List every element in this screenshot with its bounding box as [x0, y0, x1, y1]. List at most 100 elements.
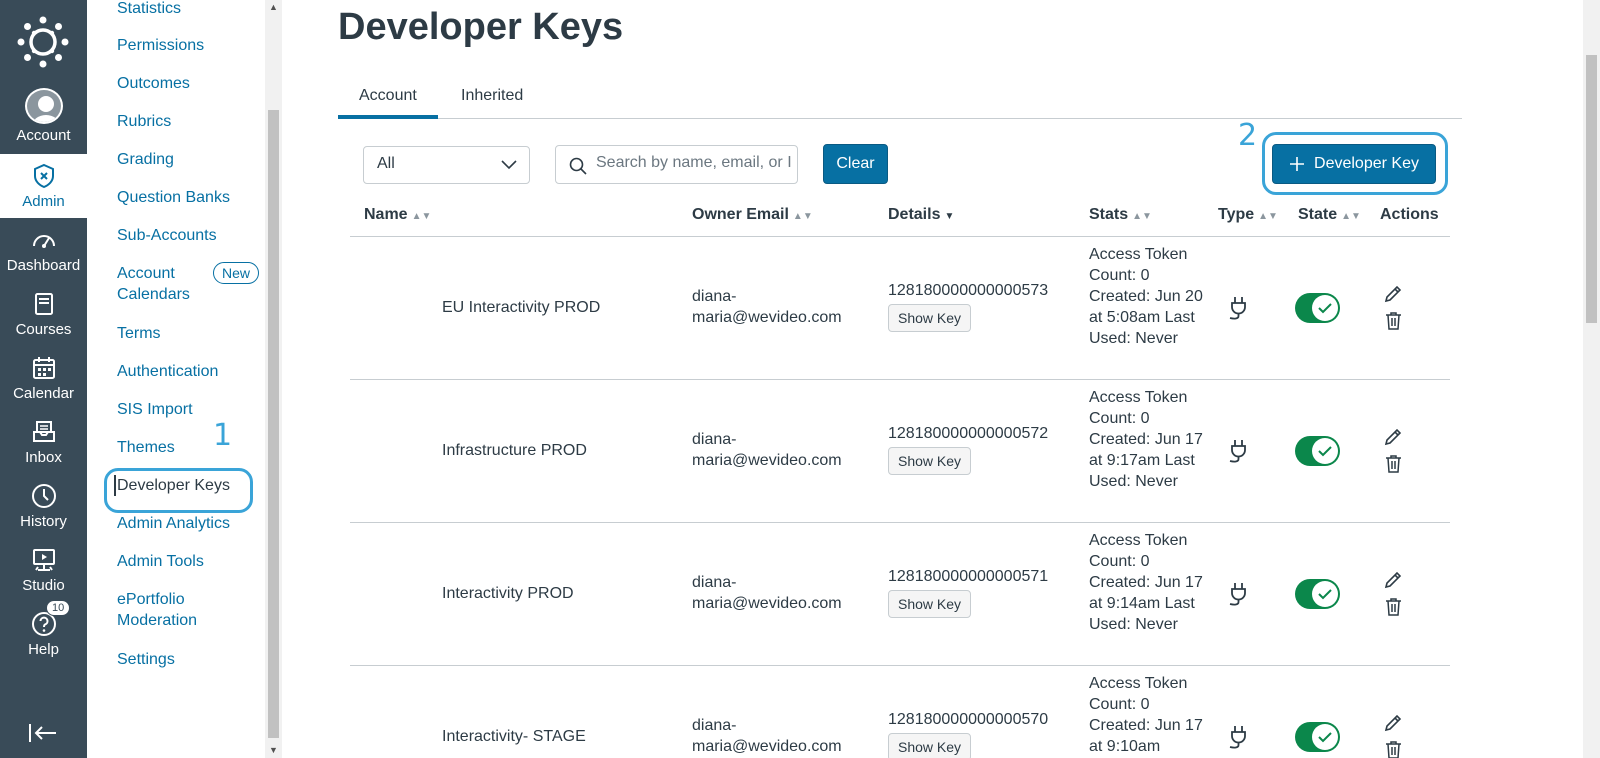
- nav-courses-label: Courses: [15, 321, 72, 338]
- subnav-terms[interactable]: Terms: [117, 323, 161, 344]
- nav-studio-label: Studio: [22, 577, 65, 594]
- shield-icon: [33, 163, 54, 189]
- subnav-admin-tools[interactable]: Admin Tools: [117, 551, 204, 572]
- scroll-up-icon[interactable]: ▲: [269, 2, 278, 12]
- clock-icon: [31, 484, 56, 508]
- nav-studio[interactable]: Studio: [0, 538, 87, 602]
- scroll-down-icon[interactable]: ▼: [269, 745, 278, 755]
- subnav-sub-accounts[interactable]: Sub-Accounts: [117, 225, 217, 246]
- nav-admin[interactable]: Admin: [0, 154, 87, 218]
- column-stats[interactable]: Stats ▲▼: [1089, 206, 1152, 224]
- add-developer-key-label: Developer Key: [1314, 155, 1419, 172]
- clear-button[interactable]: Clear: [823, 144, 888, 184]
- nav-dashboard-label: Dashboard: [6, 257, 81, 274]
- tab-account[interactable]: Account: [338, 84, 438, 119]
- show-key-button[interactable]: Show Key: [888, 733, 972, 758]
- edit-icon[interactable]: [1383, 570, 1403, 590]
- subnav-settings[interactable]: Settings: [117, 649, 175, 670]
- filter-select-value: All: [377, 155, 395, 172]
- nav-account-label: Account: [16, 127, 71, 144]
- column-details[interactable]: Details ▼: [888, 206, 954, 224]
- nav-history-label: History: [20, 513, 67, 530]
- subnav-rubrics[interactable]: Rubrics: [117, 111, 171, 132]
- show-key-button[interactable]: Show Key: [888, 447, 972, 475]
- table-row: Infrastructure PROD diana-maria@wevideo.…: [350, 380, 1450, 523]
- nav-account[interactable]: Account: [0, 88, 87, 152]
- column-actions: Actions: [1380, 206, 1439, 223]
- nav-inbox[interactable]: Inbox: [0, 410, 87, 474]
- page-scrollbar-thumb[interactable]: [1586, 55, 1597, 323]
- plug-icon: [1229, 440, 1246, 463]
- plug-icon: [1229, 297, 1246, 320]
- subnav-grading[interactable]: Grading: [117, 149, 174, 170]
- subnav-authentication[interactable]: Authentication: [117, 361, 218, 382]
- subnav-sis-import[interactable]: SIS Import: [117, 399, 193, 420]
- global-nav: Account Admin Dashboard Courses Calendar…: [0, 0, 87, 758]
- canvas-logo-icon[interactable]: [17, 16, 69, 68]
- subnav-account-calendars[interactable]: Account Calendars: [117, 263, 217, 305]
- nav-dashboard[interactable]: Dashboard: [0, 218, 87, 282]
- subnav-permissions[interactable]: Permissions: [117, 35, 204, 56]
- edit-icon[interactable]: [1383, 284, 1403, 304]
- nav-help-label: Help: [28, 641, 59, 658]
- subnav-question-banks[interactable]: Question Banks: [117, 187, 230, 208]
- trash-icon[interactable]: [1385, 454, 1402, 473]
- new-badge: New: [213, 262, 260, 284]
- key-name: Interactivity PROD: [442, 585, 574, 602]
- plus-icon: [1290, 157, 1305, 171]
- subnav-scrollbar[interactable]: ▲ ▼: [265, 0, 282, 758]
- column-type[interactable]: Type ▲▼: [1218, 206, 1278, 224]
- subnav-statistics[interactable]: Statistics: [117, 0, 181, 19]
- sort-icon: ▲▼: [792, 211, 813, 222]
- table-row: Interactivity- STAGE diana-maria@wevideo…: [350, 666, 1450, 758]
- subnav-eportfolio-moderation[interactable]: ePortfolio Moderation: [117, 589, 217, 631]
- collapse-nav-icon[interactable]: [28, 722, 58, 744]
- annotation-box-developer-keys: [104, 468, 253, 513]
- trash-icon[interactable]: [1385, 597, 1402, 616]
- annotation-number-2: 2: [1238, 118, 1258, 153]
- show-key-button[interactable]: Show Key: [888, 590, 972, 618]
- owner-email: diana-maria@wevideo.com: [692, 288, 842, 326]
- key-name: Infrastructure PROD: [442, 442, 587, 459]
- scrollbar-thumb[interactable]: [268, 110, 279, 738]
- plug-icon: [1229, 726, 1246, 749]
- nav-history[interactable]: History: [0, 474, 87, 538]
- sort-desc-icon: ▼: [944, 211, 955, 222]
- subnav-admin-analytics[interactable]: Admin Analytics: [117, 513, 230, 534]
- trash-icon[interactable]: [1385, 311, 1402, 330]
- nav-help[interactable]: Help 10: [0, 600, 87, 666]
- state-toggle[interactable]: [1295, 293, 1340, 323]
- show-key-button[interactable]: Show Key: [888, 304, 972, 332]
- edit-icon[interactable]: [1383, 713, 1403, 733]
- state-toggle[interactable]: [1295, 579, 1340, 609]
- key-id: 128180000000000572: [888, 425, 1049, 442]
- subnav-themes[interactable]: Themes: [117, 437, 175, 458]
- page-scrollbar[interactable]: [1583, 0, 1600, 758]
- help-badge: 10: [46, 600, 71, 616]
- trash-icon[interactable]: [1385, 740, 1402, 758]
- sort-icon: ▲▼: [1341, 211, 1361, 222]
- key-stats: Access Token Count: 0 Created: Jun 17 at…: [1089, 532, 1203, 633]
- edit-icon[interactable]: [1383, 427, 1403, 447]
- filter-select[interactable]: All: [363, 146, 530, 184]
- nav-courses[interactable]: Courses: [0, 282, 87, 346]
- nav-calendar-label: Calendar: [13, 385, 74, 402]
- search-input[interactable]: [596, 154, 791, 172]
- nav-calendar[interactable]: Calendar: [0, 346, 87, 410]
- check-icon: [1318, 303, 1332, 314]
- subnav-outcomes[interactable]: Outcomes: [117, 73, 190, 94]
- add-developer-key-button[interactable]: Developer Key: [1272, 144, 1436, 184]
- state-toggle[interactable]: [1295, 722, 1340, 752]
- search-icon: [569, 157, 587, 175]
- search-box[interactable]: [555, 145, 798, 184]
- tab-inherited[interactable]: Inherited: [440, 84, 544, 119]
- column-owner-email[interactable]: Owner Email ▲▼: [692, 206, 813, 224]
- state-toggle[interactable]: [1295, 436, 1340, 466]
- column-name[interactable]: Name ▲▼: [364, 206, 431, 224]
- calendar-icon: [32, 357, 55, 379]
- key-id: 128180000000000573: [888, 282, 1049, 299]
- column-state[interactable]: State ▲▼: [1298, 206, 1361, 224]
- nav-admin-label: Admin: [22, 193, 65, 210]
- key-stats: Access Token Count: 0 Created: Jun 17 at…: [1089, 675, 1203, 755]
- sort-icon: ▲▼: [411, 211, 432, 222]
